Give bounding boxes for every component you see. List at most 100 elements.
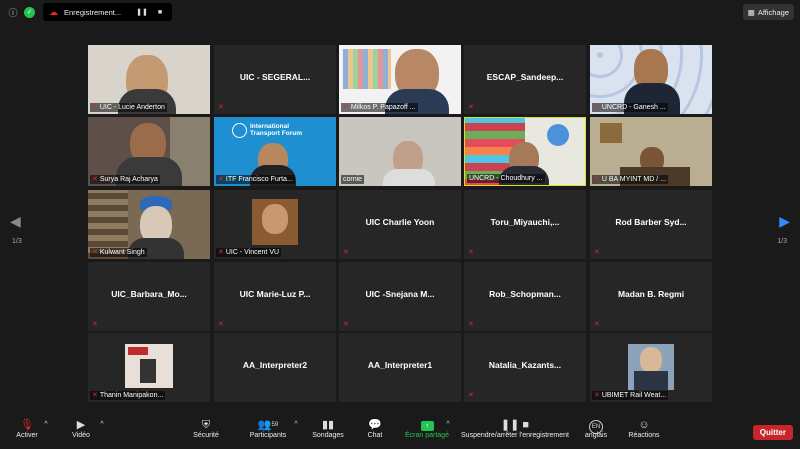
video-tile[interactable]: ✕ Milkos P. Papazoff ... [339, 45, 461, 114]
participant-name-center: Rob_Schopman... [489, 289, 561, 299]
info-icon[interactable]: ⓘ [6, 5, 20, 19]
video-tile[interactable]: International Transport Forum ✕ ITF Franc… [214, 117, 336, 186]
video-tile[interactable]: UIC - SEGERAL... ✕ [214, 45, 336, 114]
video-tile[interactable]: AA_Interpreter1 [339, 333, 461, 402]
participant-name: cornie [341, 175, 365, 184]
reactions-button[interactable]: ☺ Réactions [626, 418, 662, 439]
mic-muted-icon: ✕ [468, 104, 474, 111]
mic-muted-icon: ✕ [594, 321, 600, 328]
share-label: Écran partagé [405, 432, 449, 439]
participant-name-center: Natalia_Kazants... [488, 360, 562, 370]
participants-options-chevron[interactable]: ^ [292, 418, 300, 432]
video-tile[interactable]: ✕ U BA MYINT MD / ... [590, 117, 712, 186]
video-tile[interactable]: UIC -Snejana M... ✕ [339, 262, 461, 331]
video-grid: ✕ UIC - Lucie Anderton UIC - SEGERAL... ✕… [88, 45, 712, 402]
polls-label: Sondages [312, 432, 344, 439]
chat-label: Chat [367, 432, 383, 439]
video-options-chevron[interactable]: ^ [98, 418, 106, 432]
video-tile[interactable]: UIC Marie-Luz P... ✕ [214, 262, 336, 331]
video-tile[interactable]: cornie [339, 117, 461, 186]
participant-name: ✕ Kulwant Singh [90, 248, 147, 257]
mic-muted-icon: ✕ [594, 104, 600, 111]
mic-muted-icon: ✕ [218, 176, 224, 183]
video-tile[interactable]: ✕ Kulwant Singh [88, 190, 210, 259]
participant-name-center: AA_Interpreter1 [367, 360, 433, 370]
unmute-button[interactable]: 🎙 Activer [14, 418, 40, 439]
pause-icon: ❚❚ [500, 419, 520, 431]
participant-name-center: ESCAP_Sandeep... [486, 72, 564, 82]
security-button[interactable]: ⛨ Sécurité [190, 418, 222, 439]
interpretation-button[interactable]: EN anglais [582, 418, 610, 439]
participants-label: Participants [249, 432, 287, 439]
mic-muted-icon: ✕ [92, 321, 98, 328]
participant-name-center: Toru_Miyauchi,... [490, 217, 560, 227]
chat-button[interactable]: 💬 Chat [362, 418, 388, 439]
smiley-icon: ☺ [638, 419, 650, 431]
participant-name-center: Rod Barber Syd... [615, 217, 687, 227]
mic-muted-icon: ✕ [218, 104, 224, 111]
recording-indicator: ☁ Enregistrement... ❚❚ ■ [43, 3, 172, 21]
video-tile[interactable]: ✕ Thanin Manipakon... [88, 333, 210, 402]
participant-name: ✕ Thanin Manipakon... [90, 391, 166, 400]
page-indicator-right: 1/3 [777, 238, 787, 245]
mic-muted-icon: 🎙 [20, 419, 34, 431]
participant-name: ✕ UIC - Lucie Anderton [90, 103, 167, 112]
participant-name: ✕ U BA MYINT MD / ... [592, 175, 668, 184]
interpretation-label: anglais [584, 432, 608, 439]
participant-name-center: UIC Marie-Luz P... [239, 289, 311, 299]
unmute-label: Activer [16, 432, 38, 439]
participants-icon: 👥59 [257, 419, 279, 431]
top-bar: ⓘ ✓ ☁ Enregistrement... ❚❚ ■ ▦ Affichage [0, 0, 800, 26]
security-label: Sécurité [193, 432, 219, 439]
chevron-up-icon: ^ [446, 421, 450, 428]
shield-icon[interactable]: ✓ [24, 6, 35, 18]
prev-page-icon[interactable]: ◀ [10, 213, 21, 230]
video-tile[interactable]: UIC_Barbara_Mo... ✕ [88, 262, 210, 331]
shield-icon: ⛨ [201, 419, 211, 431]
video-tile[interactable]: Rod Barber Syd... ✕ [590, 190, 712, 259]
participant-name: UNCRD - Choudhury ... [467, 174, 545, 183]
chevron-up-icon: ^ [44, 421, 48, 428]
video-tile[interactable]: ✕ UIC - Vincent VU [214, 190, 336, 259]
chevron-up-icon: ^ [100, 421, 104, 428]
video-label: Vidéo [72, 432, 90, 439]
video-tile[interactable]: ESCAP_Sandeep... ✕ [464, 45, 586, 114]
video-tile[interactable]: ✕ UBIMET Rail Weat... [590, 333, 712, 402]
pause-icon[interactable]: ❚❚ [136, 8, 148, 16]
participant-name: ✕ UBIMET Rail Weat... [592, 391, 669, 400]
participants-button[interactable]: 👥59 Participants [246, 418, 290, 439]
bar-chart-icon: ▮▮ [321, 419, 335, 431]
mic-muted-icon: ✕ [468, 321, 474, 328]
recording-control-button[interactable]: ❚❚ ■ Suspendre/arrêter l'enregistrement [460, 418, 570, 439]
polls-button[interactable]: ▮▮ Sondages [311, 418, 345, 439]
participant-name: ✕ UNCRD - Ganesh ... [592, 103, 668, 112]
mic-muted-icon: ✕ [468, 249, 474, 256]
page-indicator-left: 1/3 [12, 238, 22, 245]
video-tile[interactable]: ✕ UNCRD - Ganesh ... [590, 45, 712, 114]
video-tile[interactable]: Madan B. Regmi ✕ [590, 262, 712, 331]
video-tile[interactable]: UNCRD - Choudhury ... [464, 117, 586, 186]
stop-icon: ■ [522, 419, 530, 431]
video-tile[interactable]: ✕ Surya Raj Acharya [88, 117, 210, 186]
participant-name-center: UIC - SEGERAL... [239, 72, 311, 82]
share-options-chevron[interactable]: ^ [444, 418, 452, 432]
mic-muted-icon: ✕ [343, 249, 349, 256]
video-tile[interactable]: Natalia_Kazants... ✕ [464, 333, 586, 402]
mic-muted-icon: ✕ [343, 321, 349, 328]
leave-meeting-button[interactable]: Quitter [752, 425, 793, 440]
participant-name: ✕ UIC - Vincent VU [216, 248, 282, 257]
video-button[interactable]: ▶ Vidéo [68, 418, 94, 439]
video-tile[interactable]: UIC Charlie Yoon ✕ [339, 190, 461, 259]
video-tile[interactable]: Toru_Miyauchi,... ✕ [464, 190, 586, 259]
view-button[interactable]: ▦ Affichage [742, 4, 794, 20]
video-tile[interactable]: ✕ UIC - Lucie Anderton [88, 45, 210, 114]
participant-name: ✕ Surya Raj Acharya [90, 175, 160, 184]
video-tile[interactable]: Rob_Schopman... ✕ [464, 262, 586, 331]
participant-name-center: UIC -Snejana M... [365, 289, 435, 299]
stop-icon[interactable]: ■ [154, 9, 166, 16]
next-page-icon[interactable]: ▶ [779, 213, 790, 230]
participant-name: ✕ Milkos P. Papazoff ... [341, 103, 418, 112]
audio-options-chevron[interactable]: ^ [42, 418, 50, 432]
video-tile[interactable]: AA_Interpreter2 [214, 333, 336, 402]
participant-name-center: UIC_Barbara_Mo... [111, 289, 187, 299]
